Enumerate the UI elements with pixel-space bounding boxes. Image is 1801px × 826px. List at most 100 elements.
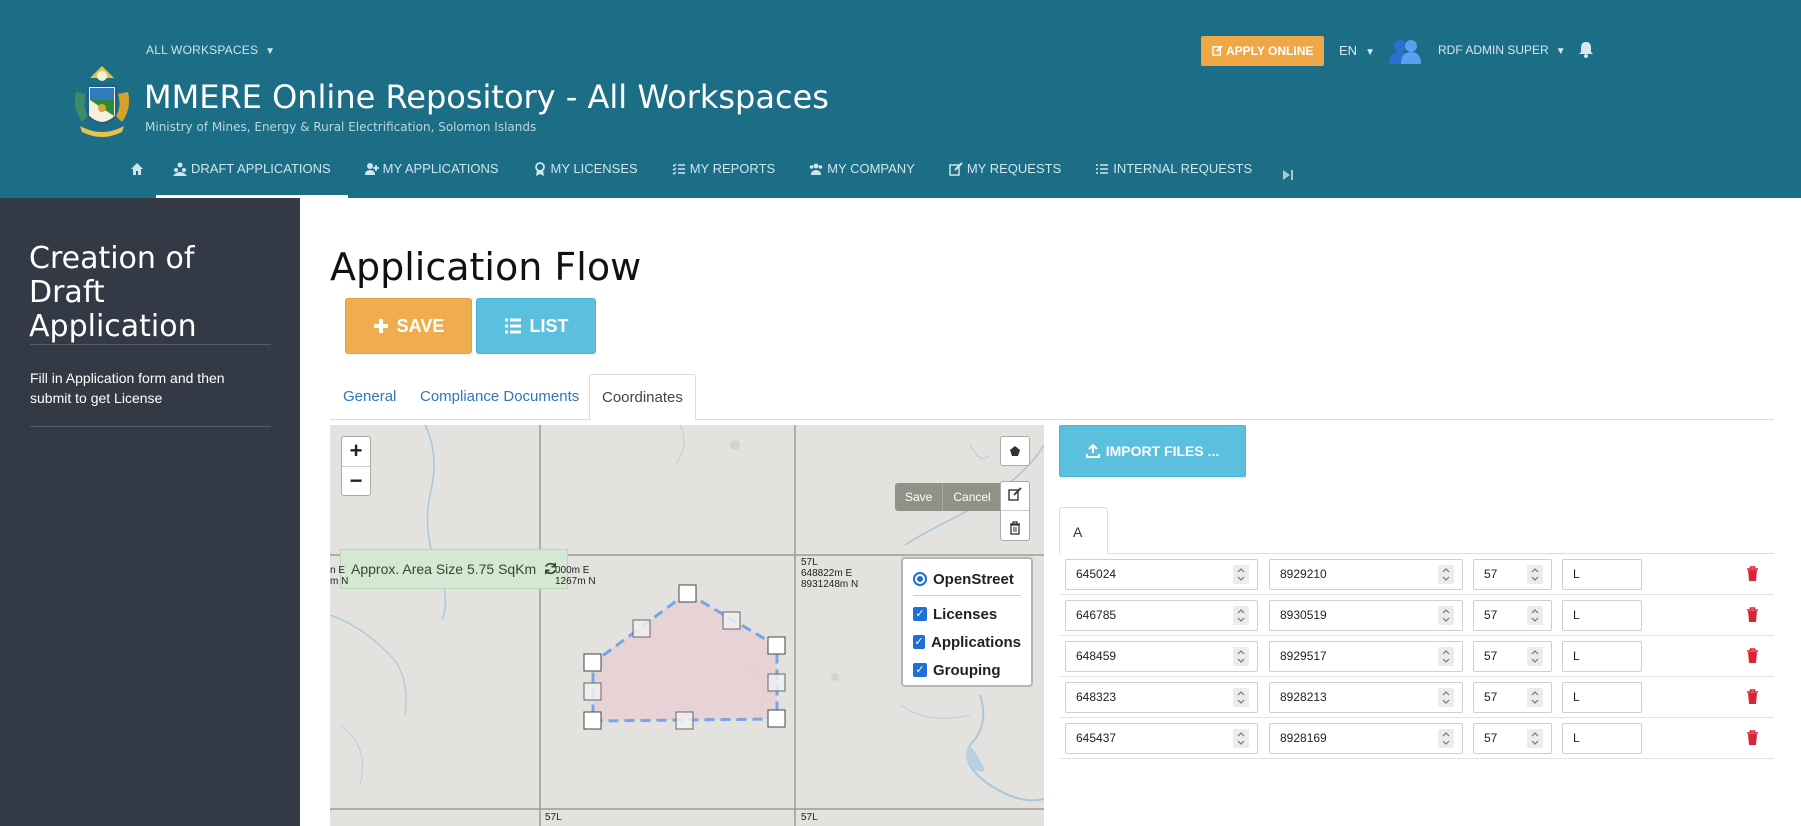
map-save-button[interactable]: Save [895, 483, 942, 511]
zone-input[interactable]: 57 [1473, 682, 1552, 713]
nav-home[interactable] [126, 152, 156, 198]
spinner-icon[interactable] [1527, 647, 1543, 666]
northing-input[interactable]: 8929517 [1269, 641, 1463, 672]
easting-input[interactable]: 645437 [1065, 723, 1258, 754]
zoom-in-button[interactable]: + [342, 437, 370, 466]
band-input[interactable]: L [1562, 641, 1642, 672]
workspace-select[interactable]: ALL WORKSPACES ▼ [146, 43, 275, 57]
radio-icon [913, 572, 927, 586]
spinner-icon[interactable] [1527, 729, 1543, 748]
easting-input[interactable]: 648323 [1065, 682, 1258, 713]
tab-compliance-documents[interactable]: Compliance Documents [420, 388, 579, 405]
easting-value: 645024 [1076, 567, 1117, 581]
divider [913, 595, 1021, 596]
nav-my-applications[interactable]: MY APPLICATIONS [348, 152, 516, 198]
spinner-icon[interactable] [1438, 647, 1454, 666]
nav-my-company[interactable]: MY COMPANY [792, 152, 932, 198]
user-menu[interactable]: RDF ADMIN SUPER ▼ [1438, 43, 1566, 57]
nav-label: DRAFT APPLICATIONS [191, 161, 331, 176]
nav-draft-applications[interactable]: DRAFT APPLICATIONS [156, 152, 348, 198]
top-header: ALL WORKSPACES ▼ MMERE Online Repository … [0, 0, 1801, 198]
users-avatar-icon[interactable] [1389, 38, 1421, 64]
northing-input[interactable]: 8930519 [1269, 600, 1463, 631]
spinner-icon[interactable] [1233, 729, 1249, 748]
band-input[interactable]: L [1562, 559, 1642, 590]
band-input[interactable]: L [1562, 723, 1642, 754]
coordinate-row: 645437 8928169 57 L [1059, 718, 1774, 759]
spinner-icon[interactable] [1438, 688, 1454, 707]
band-input[interactable]: L [1562, 600, 1642, 631]
tab-group-a[interactable]: A [1059, 507, 1108, 554]
divider [30, 426, 271, 427]
northing-input[interactable]: 8929210 [1269, 559, 1463, 590]
zone-input[interactable]: 57 [1473, 723, 1552, 754]
apply-online-label: APPLY ONLINE [1226, 44, 1314, 58]
zone-value: 57 [1484, 608, 1498, 622]
bell-icon[interactable] [1578, 41, 1594, 58]
band-input[interactable]: L [1562, 682, 1642, 713]
layer-licenses[interactable]: ✓ Licenses [913, 600, 1021, 628]
band-value: L [1573, 649, 1580, 663]
easting-value: 646785 [1076, 608, 1117, 622]
trash-icon[interactable] [1009, 521, 1021, 535]
easting-input[interactable]: 646785 [1065, 600, 1258, 631]
trash-icon[interactable] [1746, 730, 1759, 746]
trash-icon[interactable] [1746, 648, 1759, 664]
northing-value: 8928213 [1280, 690, 1327, 704]
list-button[interactable]: LIST [476, 298, 596, 354]
spinner-icon[interactable] [1233, 565, 1249, 584]
checkbox-checked-icon: ✓ [913, 663, 927, 677]
coordinate-map[interactable]: + − Save Cancel Approx. Area Size 5.75 S… [330, 425, 1044, 826]
draw-polygon-button[interactable] [1000, 436, 1030, 466]
spinner-icon[interactable] [1233, 688, 1249, 707]
zone-value: 57 [1484, 567, 1498, 581]
easting-input[interactable]: 645024 [1065, 559, 1258, 590]
grid-label: n Em N [330, 565, 349, 587]
grid-label: 000m E 1267m N [555, 565, 596, 587]
import-files-label: IMPORT FILES ... [1105, 443, 1220, 459]
spinner-icon[interactable] [1527, 606, 1543, 625]
layer-openstreet[interactable]: OpenStreet [913, 565, 1021, 593]
checkbox-checked-icon: ✓ [913, 607, 927, 621]
northing-input[interactable]: 8928169 [1269, 723, 1463, 754]
nav-my-reports[interactable]: MY REPORTS [655, 152, 792, 198]
divider [30, 344, 271, 345]
map-cancel-button[interactable]: Cancel [942, 483, 1000, 511]
skip-forward-icon[interactable] [1281, 168, 1295, 182]
apply-online-button[interactable]: APPLY ONLINE [1201, 36, 1325, 66]
spinner-icon[interactable] [1438, 729, 1454, 748]
nav-internal-requests[interactable]: INTERNAL REQUESTS [1078, 152, 1269, 198]
trash-icon[interactable] [1746, 607, 1759, 623]
tab-general[interactable]: General [343, 388, 396, 405]
coordinate-list: 645024 8929210 57 L 646785 8930519 57 L 648459 89… [1059, 554, 1774, 759]
tab-coordinates[interactable]: Coordinates [589, 374, 696, 421]
layer-applications[interactable]: ✓ Applications [913, 628, 1021, 656]
zone-input[interactable]: 57 [1473, 641, 1552, 672]
zone-input[interactable]: 57 [1473, 600, 1552, 631]
save-button[interactable]: SAVE [345, 298, 472, 354]
app-title: MMERE Online Repository - All Workspaces [144, 78, 829, 116]
nav-my-licenses[interactable]: MY LICENSES [516, 152, 655, 198]
zone-input[interactable]: 57 [1473, 559, 1552, 590]
sidebar-description: Fill in Application form and then submit… [30, 370, 225, 406]
spinner-icon[interactable] [1527, 565, 1543, 584]
northing-input[interactable]: 8928213 [1269, 682, 1463, 713]
trash-icon[interactable] [1746, 566, 1759, 582]
spinner-icon[interactable] [1438, 565, 1454, 584]
spinner-icon[interactable] [1527, 688, 1543, 707]
spinner-icon[interactable] [1438, 606, 1454, 625]
nav-my-requests[interactable]: MY REQUESTS [932, 152, 1078, 198]
import-files-button[interactable]: IMPORT FILES ... [1059, 425, 1246, 477]
edit-layers-icon[interactable] [1008, 487, 1022, 501]
easting-input[interactable]: 648459 [1065, 641, 1258, 672]
northing-value: 8928169 [1280, 731, 1327, 745]
edit-actions: Save Cancel [895, 483, 1001, 511]
layer-grouping[interactable]: ✓ Grouping [913, 656, 1021, 684]
northing-value: 8930519 [1280, 608, 1327, 622]
spinner-icon[interactable] [1233, 606, 1249, 625]
trash-icon[interactable] [1746, 689, 1759, 705]
language-select[interactable]: EN ▼ [1339, 43, 1375, 58]
zoom-out-button[interactable]: − [342, 466, 370, 495]
spinner-icon[interactable] [1233, 647, 1249, 666]
chevron-down-icon: ▼ [265, 46, 276, 57]
